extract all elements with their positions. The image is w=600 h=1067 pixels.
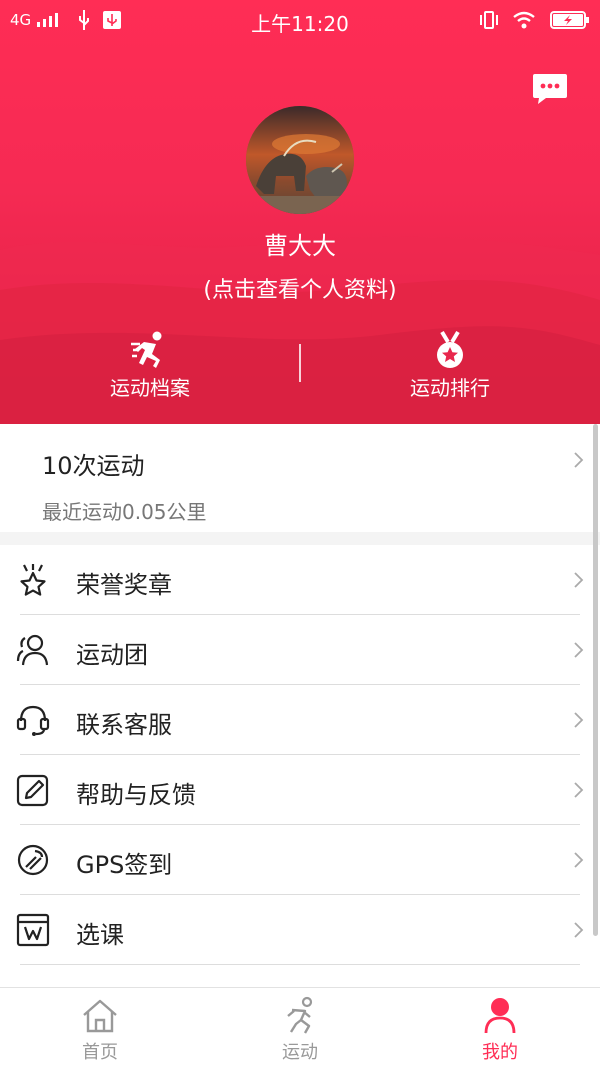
chevron-right-icon bbox=[574, 852, 584, 868]
wifi-icon bbox=[513, 11, 535, 29]
battery-icon bbox=[550, 11, 589, 29]
activity-summary[interactable]: 10次运动 最近运动0.05公里 bbox=[0, 424, 600, 532]
profile-header: 4G 上午11:20 曹大大 (点击查看个人资料) 运动档案 运动排行 bbox=[0, 0, 600, 424]
running-figure-icon bbox=[287, 996, 313, 1034]
sport-ranking-label: 运动排行 bbox=[410, 376, 490, 400]
recent-distance: 最近运动0.05公里 bbox=[42, 500, 207, 524]
course-select-icon bbox=[16, 913, 50, 947]
menu-label: 运动团 bbox=[76, 641, 148, 669]
menu-item-gps-checkin[interactable]: GPS签到 bbox=[0, 825, 600, 895]
status-bar: 4G 上午11:20 bbox=[0, 0, 600, 40]
tab-sport[interactable]: 运动 bbox=[200, 988, 400, 1067]
bottom-tab-bar: 首页 运动 我的 bbox=[0, 987, 600, 1067]
menu-item-customer-service[interactable]: 联系客服 bbox=[0, 685, 600, 755]
menu-label: 帮助与反馈 bbox=[76, 781, 196, 809]
tab-label: 运动 bbox=[282, 1042, 318, 1063]
chevron-right-icon bbox=[574, 452, 584, 468]
settings-menu: 荣誉奖章 运动团 联系客服 帮助与反馈 GPS签到 选课 bbox=[0, 545, 600, 987]
activity-count: 10次运动 bbox=[42, 452, 145, 480]
chevron-right-icon bbox=[574, 922, 584, 938]
sport-records-label: 运动档案 bbox=[110, 376, 190, 400]
menu-item-sport-group[interactable]: 运动团 bbox=[0, 615, 600, 685]
menu-label: 荣誉奖章 bbox=[76, 571, 172, 599]
headset-icon bbox=[16, 705, 50, 736]
user-profile-icon bbox=[484, 998, 516, 1034]
menu-label: 联系客服 bbox=[76, 711, 172, 739]
tab-mine[interactable]: 我的 bbox=[400, 988, 600, 1067]
home-icon bbox=[83, 999, 117, 1033]
vibrate-icon bbox=[480, 11, 498, 29]
running-figure-icon bbox=[131, 331, 162, 368]
avatar[interactable] bbox=[246, 106, 354, 214]
menu-label: 选课 bbox=[76, 921, 124, 949]
chevron-right-icon bbox=[574, 642, 584, 658]
gps-location-icon bbox=[17, 844, 49, 876]
tab-label: 首页 bbox=[82, 1042, 118, 1063]
honor-medal-icon bbox=[20, 564, 46, 596]
scrollbar[interactable] bbox=[593, 424, 598, 936]
sport-ranking-button[interactable]: 运动排行 bbox=[300, 330, 600, 410]
tab-label: 我的 bbox=[482, 1042, 518, 1063]
menu-divider bbox=[20, 964, 580, 965]
tab-home[interactable]: 首页 bbox=[0, 988, 200, 1067]
sport-records-button[interactable]: 运动档案 bbox=[0, 330, 300, 410]
chevron-right-icon bbox=[574, 712, 584, 728]
quick-actions: 运动档案 运动排行 bbox=[0, 330, 600, 410]
menu-item-honor-medals[interactable]: 荣誉奖章 bbox=[0, 545, 600, 615]
chevron-right-icon bbox=[574, 782, 584, 798]
message-icon[interactable] bbox=[532, 72, 568, 106]
edit-feedback-icon bbox=[16, 774, 49, 807]
medal-star-icon bbox=[437, 330, 463, 368]
menu-item-help-feedback[interactable]: 帮助与反馈 bbox=[0, 755, 600, 825]
group-users-icon bbox=[16, 634, 49, 666]
menu-label: GPS签到 bbox=[76, 851, 173, 879]
status-right bbox=[480, 10, 590, 30]
menu-item-course-selection[interactable]: 选课 bbox=[0, 895, 600, 965]
chevron-right-icon bbox=[574, 572, 584, 588]
user-name[interactable]: 曹大大 bbox=[0, 226, 600, 261]
avatar-image bbox=[246, 106, 354, 214]
view-profile-link[interactable]: (点击查看个人资料) bbox=[0, 272, 600, 304]
